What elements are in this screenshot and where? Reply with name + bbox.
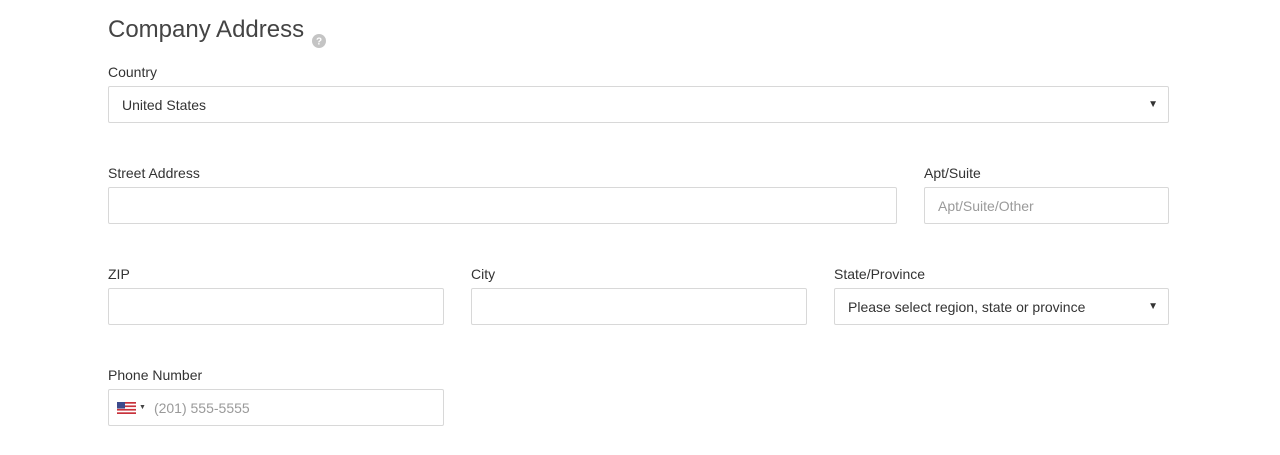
country-code-dropdown[interactable]: ▼	[109, 390, 146, 425]
chevron-down-icon: ▼	[139, 404, 146, 411]
zip-input[interactable]	[108, 288, 444, 325]
chevron-down-icon: ▼	[1148, 99, 1158, 110]
chevron-down-icon: ▼	[1148, 301, 1158, 312]
street-address-input[interactable]	[108, 187, 897, 224]
country-select-value: United States	[122, 96, 207, 113]
apt-suite-label: Apt/Suite	[924, 165, 981, 181]
help-icon[interactable]: ?	[312, 25, 327, 48]
phone-number-field: ▼	[108, 389, 444, 426]
us-flag-icon	[117, 401, 136, 414]
section-title-text: Company Address	[108, 16, 305, 43]
street-address-label: Street Address	[108, 165, 200, 181]
section-title: Company Address ?	[108, 14, 327, 48]
state-province-select-value: Please select region, state or province	[848, 298, 1086, 315]
zip-label: ZIP	[108, 266, 130, 282]
apt-suite-input[interactable]	[924, 187, 1169, 224]
city-label: City	[471, 266, 496, 282]
svg-text:?: ?	[316, 37, 322, 48]
country-select[interactable]: United States ▼	[108, 86, 1169, 123]
state-province-label: State/Province	[834, 266, 926, 282]
country-label: Country	[108, 64, 158, 80]
phone-number-input[interactable]	[153, 390, 443, 425]
phone-number-label: Phone Number	[108, 367, 203, 383]
city-input[interactable]	[471, 288, 807, 325]
state-province-select[interactable]: Please select region, state or province …	[834, 288, 1169, 325]
